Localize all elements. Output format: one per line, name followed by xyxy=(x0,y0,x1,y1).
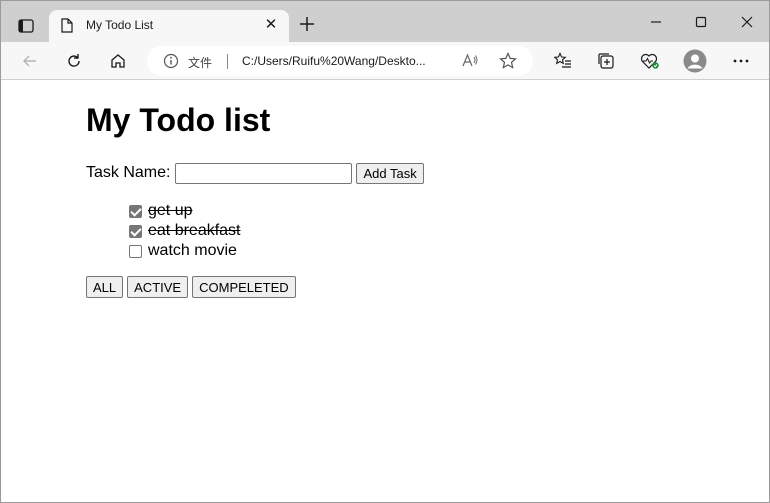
tab-my-todo-list[interactable]: My Todo List ✕ xyxy=(49,10,289,42)
new-tab-button[interactable] xyxy=(297,14,317,36)
list-item: eat breakfast xyxy=(129,221,241,241)
home-icon xyxy=(111,54,125,68)
close-icon xyxy=(741,16,753,28)
back-button[interactable] xyxy=(18,49,42,73)
todo-checkbox[interactable] xyxy=(129,204,142,218)
list-item: get up xyxy=(129,201,241,221)
favorites-button[interactable] xyxy=(551,49,575,73)
favorite-star-icon[interactable] xyxy=(499,52,517,75)
heart-pulse-icon xyxy=(640,53,659,69)
maximize-button[interactable] xyxy=(689,11,713,33)
task-form: Task Name: Add Task xyxy=(86,162,424,184)
filter-completed-button[interactable]: COMPELETED xyxy=(192,276,296,298)
todo-text: watch movie xyxy=(148,242,237,259)
browser-window: My Todo List ✕ 文件 C:/Users/Ruifu%20Wang/… xyxy=(0,0,770,503)
page-content: My Todo list Task Name: Add Task get up … xyxy=(1,81,769,502)
info-icon[interactable] xyxy=(163,53,179,74)
address-separator xyxy=(227,54,228,69)
file-label: 文件 xyxy=(188,56,213,70)
collections-icon xyxy=(598,53,614,69)
task-name-label: Task Name: xyxy=(86,164,171,181)
todo-text: eat breakfast xyxy=(148,222,241,239)
tab-close-icon[interactable]: ✕ xyxy=(263,16,279,34)
close-window-button[interactable] xyxy=(735,11,759,33)
todo-checkbox[interactable] xyxy=(129,244,142,258)
tab-strip: My Todo List ✕ xyxy=(1,1,769,42)
add-task-button[interactable]: Add Task xyxy=(356,162,424,184)
plus-icon xyxy=(300,17,314,31)
page-title: My Todo list xyxy=(86,102,271,138)
todo-list: get up eat breakfast watch movie xyxy=(129,201,241,261)
refresh-icon xyxy=(68,54,80,67)
filter-all-button[interactable]: ALL xyxy=(86,276,124,298)
todo-checkbox[interactable] xyxy=(129,224,142,238)
minimize-button[interactable] xyxy=(644,11,668,33)
browser-essentials-button[interactable] xyxy=(638,49,662,73)
profile-button[interactable] xyxy=(683,49,707,73)
collections-button[interactable] xyxy=(594,49,618,73)
back-arrow-icon xyxy=(23,55,36,67)
favorites-list-icon xyxy=(554,52,571,68)
url-text[interactable]: C:/Users/Ruifu%20Wang/Deskto... xyxy=(242,54,452,68)
minimize-icon xyxy=(651,21,661,23)
todo-text: get up xyxy=(148,202,193,219)
settings-more-button[interactable] xyxy=(729,49,753,73)
list-item: watch movie xyxy=(129,241,241,261)
maximize-icon xyxy=(695,16,707,28)
home-button[interactable] xyxy=(106,49,130,73)
address-bar[interactable]: 文件 C:/Users/Ruifu%20Wang/Deskto... xyxy=(147,46,533,76)
page-icon xyxy=(61,18,73,38)
task-name-input[interactable] xyxy=(175,162,353,184)
tab-actions-icon[interactable] xyxy=(11,13,41,39)
more-dots-icon xyxy=(733,59,749,63)
avatar xyxy=(683,49,707,73)
filter-buttons: ALL ACTIVE COMPELETED xyxy=(86,276,300,298)
refresh-button[interactable] xyxy=(62,49,86,73)
browser-toolbar: 文件 C:/Users/Ruifu%20Wang/Deskto... xyxy=(1,42,769,80)
tab-title: My Todo List xyxy=(86,18,154,32)
read-aloud-icon[interactable] xyxy=(461,52,479,75)
filter-active-button[interactable]: ACTIVE xyxy=(127,276,189,298)
